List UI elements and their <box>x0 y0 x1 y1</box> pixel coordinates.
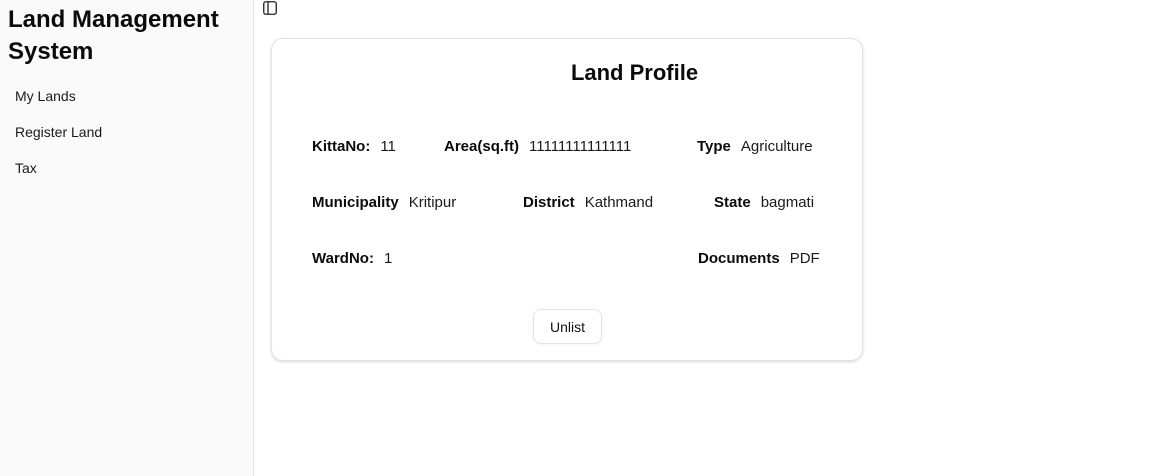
sidebar-item-my-lands[interactable]: My Lands <box>0 82 253 118</box>
field-area: Area(sq.ft) 11111111111111 <box>444 137 631 157</box>
state-label: State <box>714 194 751 211</box>
kitta-no-value: 11 <box>380 138 396 155</box>
documents-value[interactable]: PDF <box>790 250 820 267</box>
card-title: Land Profile <box>570 60 699 85</box>
sidebar-nav: My Lands Register Land Tax <box>0 82 253 190</box>
sidebar-toggle-button[interactable] <box>262 1 278 17</box>
municipality-value: Kritipur <box>408 194 457 211</box>
ward-no-label: WardNo: <box>312 250 374 267</box>
documents-label: Documents <box>698 250 780 267</box>
district-label: District <box>523 194 575 211</box>
land-profile-card: Land Profile KittaNo: 11 Area(sq.ft) 11111… <box>271 38 863 361</box>
sidebar-panel-icon <box>263 1 277 18</box>
kitta-no-label: KittaNo: <box>312 138 371 155</box>
field-state: State bagmati <box>714 193 814 213</box>
area-label: Area(sq.ft) <box>444 138 520 155</box>
sidebar: Land Management System My Lands Register… <box>0 0 254 476</box>
sidebar-item-register-land[interactable]: Register Land <box>0 118 253 154</box>
municipality-label: Municipality <box>312 194 399 211</box>
field-ward-no: WardNo: 1 <box>312 249 392 269</box>
district-value: Kathmand <box>584 194 654 211</box>
area-value: 11111111111111 <box>529 138 632 155</box>
field-district: District Kathmand <box>523 193 653 213</box>
field-kitta-no: KittaNo: 11 <box>312 137 396 157</box>
sidebar-item-tax[interactable]: Tax <box>0 154 253 190</box>
ward-no-value: 1 <box>383 250 393 267</box>
app-title: Land Management System <box>8 6 219 65</box>
field-municipality: Municipality Kritipur <box>312 193 456 213</box>
type-label: Type <box>697 138 731 155</box>
unlist-button[interactable]: Unlist <box>533 309 602 344</box>
state-value: bagmati <box>760 194 815 211</box>
field-type: Type Agriculture <box>697 137 813 157</box>
app-root: Land Management System My Lands Register… <box>0 0 1168 476</box>
field-documents: Documents PDF <box>698 249 820 269</box>
type-value: Agriculture <box>740 138 813 155</box>
